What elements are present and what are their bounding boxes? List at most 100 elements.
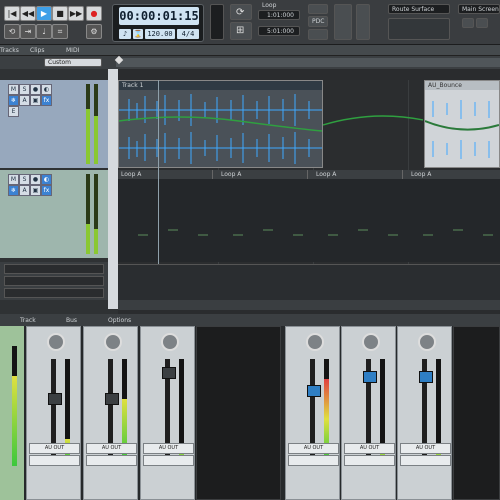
mute-button[interactable]: M bbox=[8, 174, 19, 185]
audio-clip[interactable]: Track 1 bbox=[118, 80, 323, 168]
track-header-1[interactable]: M S ● ◐ ❄ A ▣ fx E bbox=[0, 80, 108, 168]
strip-input-field[interactable] bbox=[143, 455, 194, 466]
timeline-ruler[interactable] bbox=[116, 58, 500, 67]
input-echo-button[interactable]: ◐ bbox=[41, 174, 52, 185]
strip-input-field[interactable] bbox=[400, 455, 451, 466]
splitter[interactable] bbox=[108, 69, 118, 309]
loop-icon[interactable]: ⟳ bbox=[230, 4, 252, 20]
pan-knob[interactable] bbox=[161, 333, 179, 351]
archive-button[interactable]: ▣ bbox=[30, 95, 41, 106]
loop-start-field[interactable]: 1:01:000 bbox=[258, 10, 300, 20]
pan-knob[interactable] bbox=[306, 333, 324, 351]
volume-fader[interactable] bbox=[105, 393, 119, 405]
bus-row[interactable] bbox=[4, 288, 104, 298]
screenset-prev-icon[interactable] bbox=[462, 18, 474, 28]
fast-forward-icon[interactable]: ▶▶ bbox=[68, 6, 84, 21]
loop-clip-header[interactable]: Loop A bbox=[308, 170, 403, 179]
audio-engine-button[interactable] bbox=[308, 29, 328, 40]
record-arm-button[interactable]: ● bbox=[30, 174, 41, 185]
console-bus-menu[interactable]: Bus bbox=[66, 317, 77, 324]
snap-icon[interactable]: ⌗ bbox=[52, 24, 68, 39]
input-echo-button[interactable]: ◐ bbox=[41, 84, 52, 95]
clips-tab[interactable]: Clips bbox=[30, 47, 44, 54]
fx-button[interactable]: fx bbox=[41, 95, 52, 106]
custom-dropdown[interactable]: Custom bbox=[44, 58, 102, 67]
metronome-icon[interactable]: ♩ bbox=[36, 24, 52, 39]
play-button[interactable]: ▶ bbox=[36, 6, 52, 21]
midi-tab[interactable]: MIDI bbox=[66, 47, 79, 54]
automation-button[interactable]: A bbox=[19, 185, 30, 196]
channel-strip[interactable]: AU OUT bbox=[397, 326, 452, 500]
routing-panel[interactable] bbox=[388, 18, 450, 40]
screenset-next-icon[interactable] bbox=[476, 18, 488, 28]
time-display[interactable]: 00:00:01:15 ♪ ⌛ 120.00 4/4 bbox=[112, 4, 204, 42]
channel-strip[interactable]: AU OUT bbox=[285, 326, 340, 500]
channel-strip[interactable]: AU OUT bbox=[341, 326, 396, 500]
strip-output[interactable]: AU OUT bbox=[288, 443, 339, 454]
count-in-icon[interactable]: ⌛ bbox=[133, 29, 143, 39]
strip-input-field[interactable] bbox=[288, 455, 339, 466]
pan-knob[interactable] bbox=[362, 333, 380, 351]
channel-strip[interactable]: AU OUT bbox=[83, 326, 138, 500]
solo-button[interactable]: S bbox=[19, 174, 30, 185]
metronome-toggle-icon[interactable]: ♪ bbox=[119, 29, 131, 39]
volume-fader[interactable] bbox=[419, 371, 433, 383]
console-track-menu[interactable]: Track bbox=[20, 317, 36, 324]
strip-input-field[interactable] bbox=[344, 455, 395, 466]
strip-output[interactable]: AU OUT bbox=[143, 443, 194, 454]
archive-button[interactable]: ▣ bbox=[30, 185, 41, 196]
snap-settings-icon[interactable]: ⊞ bbox=[230, 22, 252, 40]
pan-knob[interactable] bbox=[104, 333, 122, 351]
mute-button[interactable]: M bbox=[8, 84, 19, 95]
loop-end-field[interactable]: 5:01:000 bbox=[258, 26, 300, 36]
loop-toggle-icon[interactable]: ⟲ bbox=[4, 24, 20, 39]
loop-clip-header[interactable]: Loop A bbox=[213, 170, 308, 179]
panel-toggle[interactable] bbox=[210, 4, 224, 40]
strip-output[interactable]: AU OUT bbox=[344, 443, 395, 454]
channel-strip[interactable]: AU OUT bbox=[26, 326, 81, 500]
routing-icon[interactable] bbox=[356, 4, 370, 40]
bus-row[interactable] bbox=[4, 264, 104, 274]
punch-icon[interactable]: ⇥ bbox=[20, 24, 36, 39]
screenset-dropdown[interactable]: Main Screen bbox=[458, 4, 500, 14]
meter-readout[interactable]: 4/4 bbox=[177, 29, 199, 39]
freeze-button[interactable]: ❄ bbox=[8, 95, 19, 106]
tempo-readout[interactable]: 120.00 bbox=[145, 29, 175, 39]
freeze-button[interactable]: ❄ bbox=[8, 185, 19, 196]
stop-button[interactable]: ■ bbox=[52, 6, 68, 21]
bus-row[interactable] bbox=[4, 276, 104, 286]
strip-output[interactable]: AU OUT bbox=[86, 443, 137, 454]
rewind-icon[interactable]: ◀◀ bbox=[20, 6, 36, 21]
console-options-menu[interactable]: Options bbox=[108, 317, 131, 324]
horizontal-scrollbar[interactable] bbox=[118, 300, 500, 310]
bounce-clip[interactable]: AU_Bounce bbox=[424, 80, 500, 168]
strip-input-field[interactable] bbox=[86, 455, 137, 466]
edit-filter-button[interactable]: E bbox=[8, 106, 19, 117]
record-arm-button[interactable]: ● bbox=[30, 84, 41, 95]
strip-input-field[interactable] bbox=[29, 455, 80, 466]
pan-knob[interactable] bbox=[47, 333, 65, 351]
mixer-icon[interactable] bbox=[334, 4, 352, 40]
strip-output[interactable]: AU OUT bbox=[400, 443, 451, 454]
settings-icon[interactable]: ⚙ bbox=[86, 24, 102, 39]
fx-button[interactable]: fx bbox=[41, 185, 52, 196]
pdc-button[interactable]: PDC bbox=[308, 16, 328, 27]
rewind-start-icon[interactable]: |◀ bbox=[4, 6, 20, 21]
channel-strip[interactable]: AU OUT bbox=[140, 326, 195, 500]
volume-fader[interactable] bbox=[307, 385, 321, 397]
track-header-2[interactable]: M S ● ◐ ❄ A ▣ fx bbox=[0, 170, 108, 258]
loop-clip-header[interactable]: Loop A bbox=[118, 170, 213, 179]
loop-clip-header[interactable]: Loop A bbox=[403, 170, 500, 179]
solo-button[interactable]: S bbox=[19, 84, 30, 95]
channel-strip-partial[interactable] bbox=[0, 326, 24, 500]
record-button[interactable]: ● bbox=[86, 6, 102, 21]
automation-button[interactable]: A bbox=[19, 95, 30, 106]
volume-fader[interactable] bbox=[162, 367, 176, 379]
routing-dropdown[interactable]: Route Surface bbox=[388, 4, 450, 14]
tracks-tab[interactable]: Tracks bbox=[0, 47, 19, 54]
volume-fader[interactable] bbox=[48, 393, 62, 405]
pan-knob[interactable] bbox=[418, 333, 436, 351]
volume-fader[interactable] bbox=[363, 371, 377, 383]
strip-output[interactable]: AU OUT bbox=[29, 443, 80, 454]
sync-button[interactable] bbox=[308, 4, 328, 14]
